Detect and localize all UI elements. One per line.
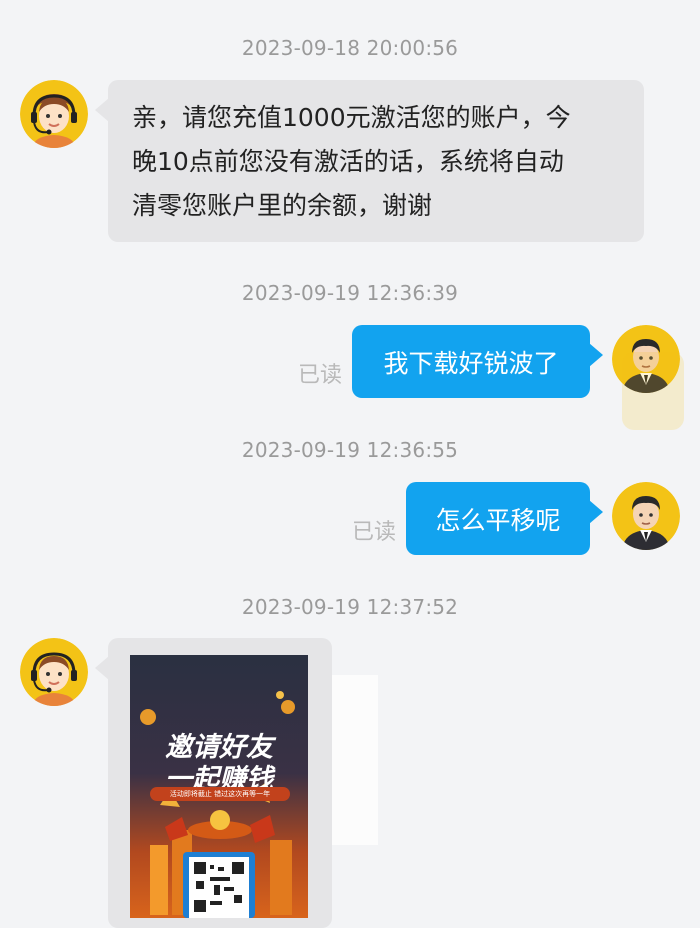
message-line: 亲，请您充值1000元激活您的账户，今 <box>132 103 571 132</box>
promo-poster-image[interactable]: 邀请好友 一起赚钱 活动即将截止 错过这次再等一年 <box>130 655 308 918</box>
read-receipt: 已读 <box>298 363 343 388</box>
poster-ribbon: 活动即将截止 错过这次再等一年 <box>150 787 290 801</box>
timestamp-2: 2023-09-19 12:36:39 <box>241 281 459 305</box>
timestamp-4: 2023-09-19 12:37:52 <box>241 595 459 619</box>
outgoing-message-bubble-3[interactable]: 怎么平移呢 <box>406 482 603 555</box>
agent-avatar-icon[interactable] <box>20 638 88 706</box>
message-line: 晚10点前您没有激活的话，系统将自动 <box>132 147 564 176</box>
timestamp-3: 2023-09-19 12:36:55 <box>241 438 459 462</box>
message-text: 怎么平移呢 <box>435 505 561 535</box>
message-text: 我下载好锐波了 <box>383 348 559 378</box>
watermark-badge <box>622 352 684 430</box>
incoming-message-bubble-1[interactable]: 亲，请您充值1000元激活您的账户，今 晚10点前您没有激活的话，系统将自动 清… <box>95 80 644 242</box>
read-receipt: 已读 <box>352 520 397 545</box>
outgoing-message-bubble-2[interactable]: 我下载好锐波了 <box>352 325 603 398</box>
user-avatar-icon[interactable] <box>612 482 680 550</box>
timestamp-1: 2023-09-18 20:00:56 <box>241 36 459 60</box>
message-line: 清零您账户里的余额，谢谢 <box>132 191 433 220</box>
agent-avatar-icon[interactable] <box>20 80 88 148</box>
blur-overlay <box>332 675 378 845</box>
